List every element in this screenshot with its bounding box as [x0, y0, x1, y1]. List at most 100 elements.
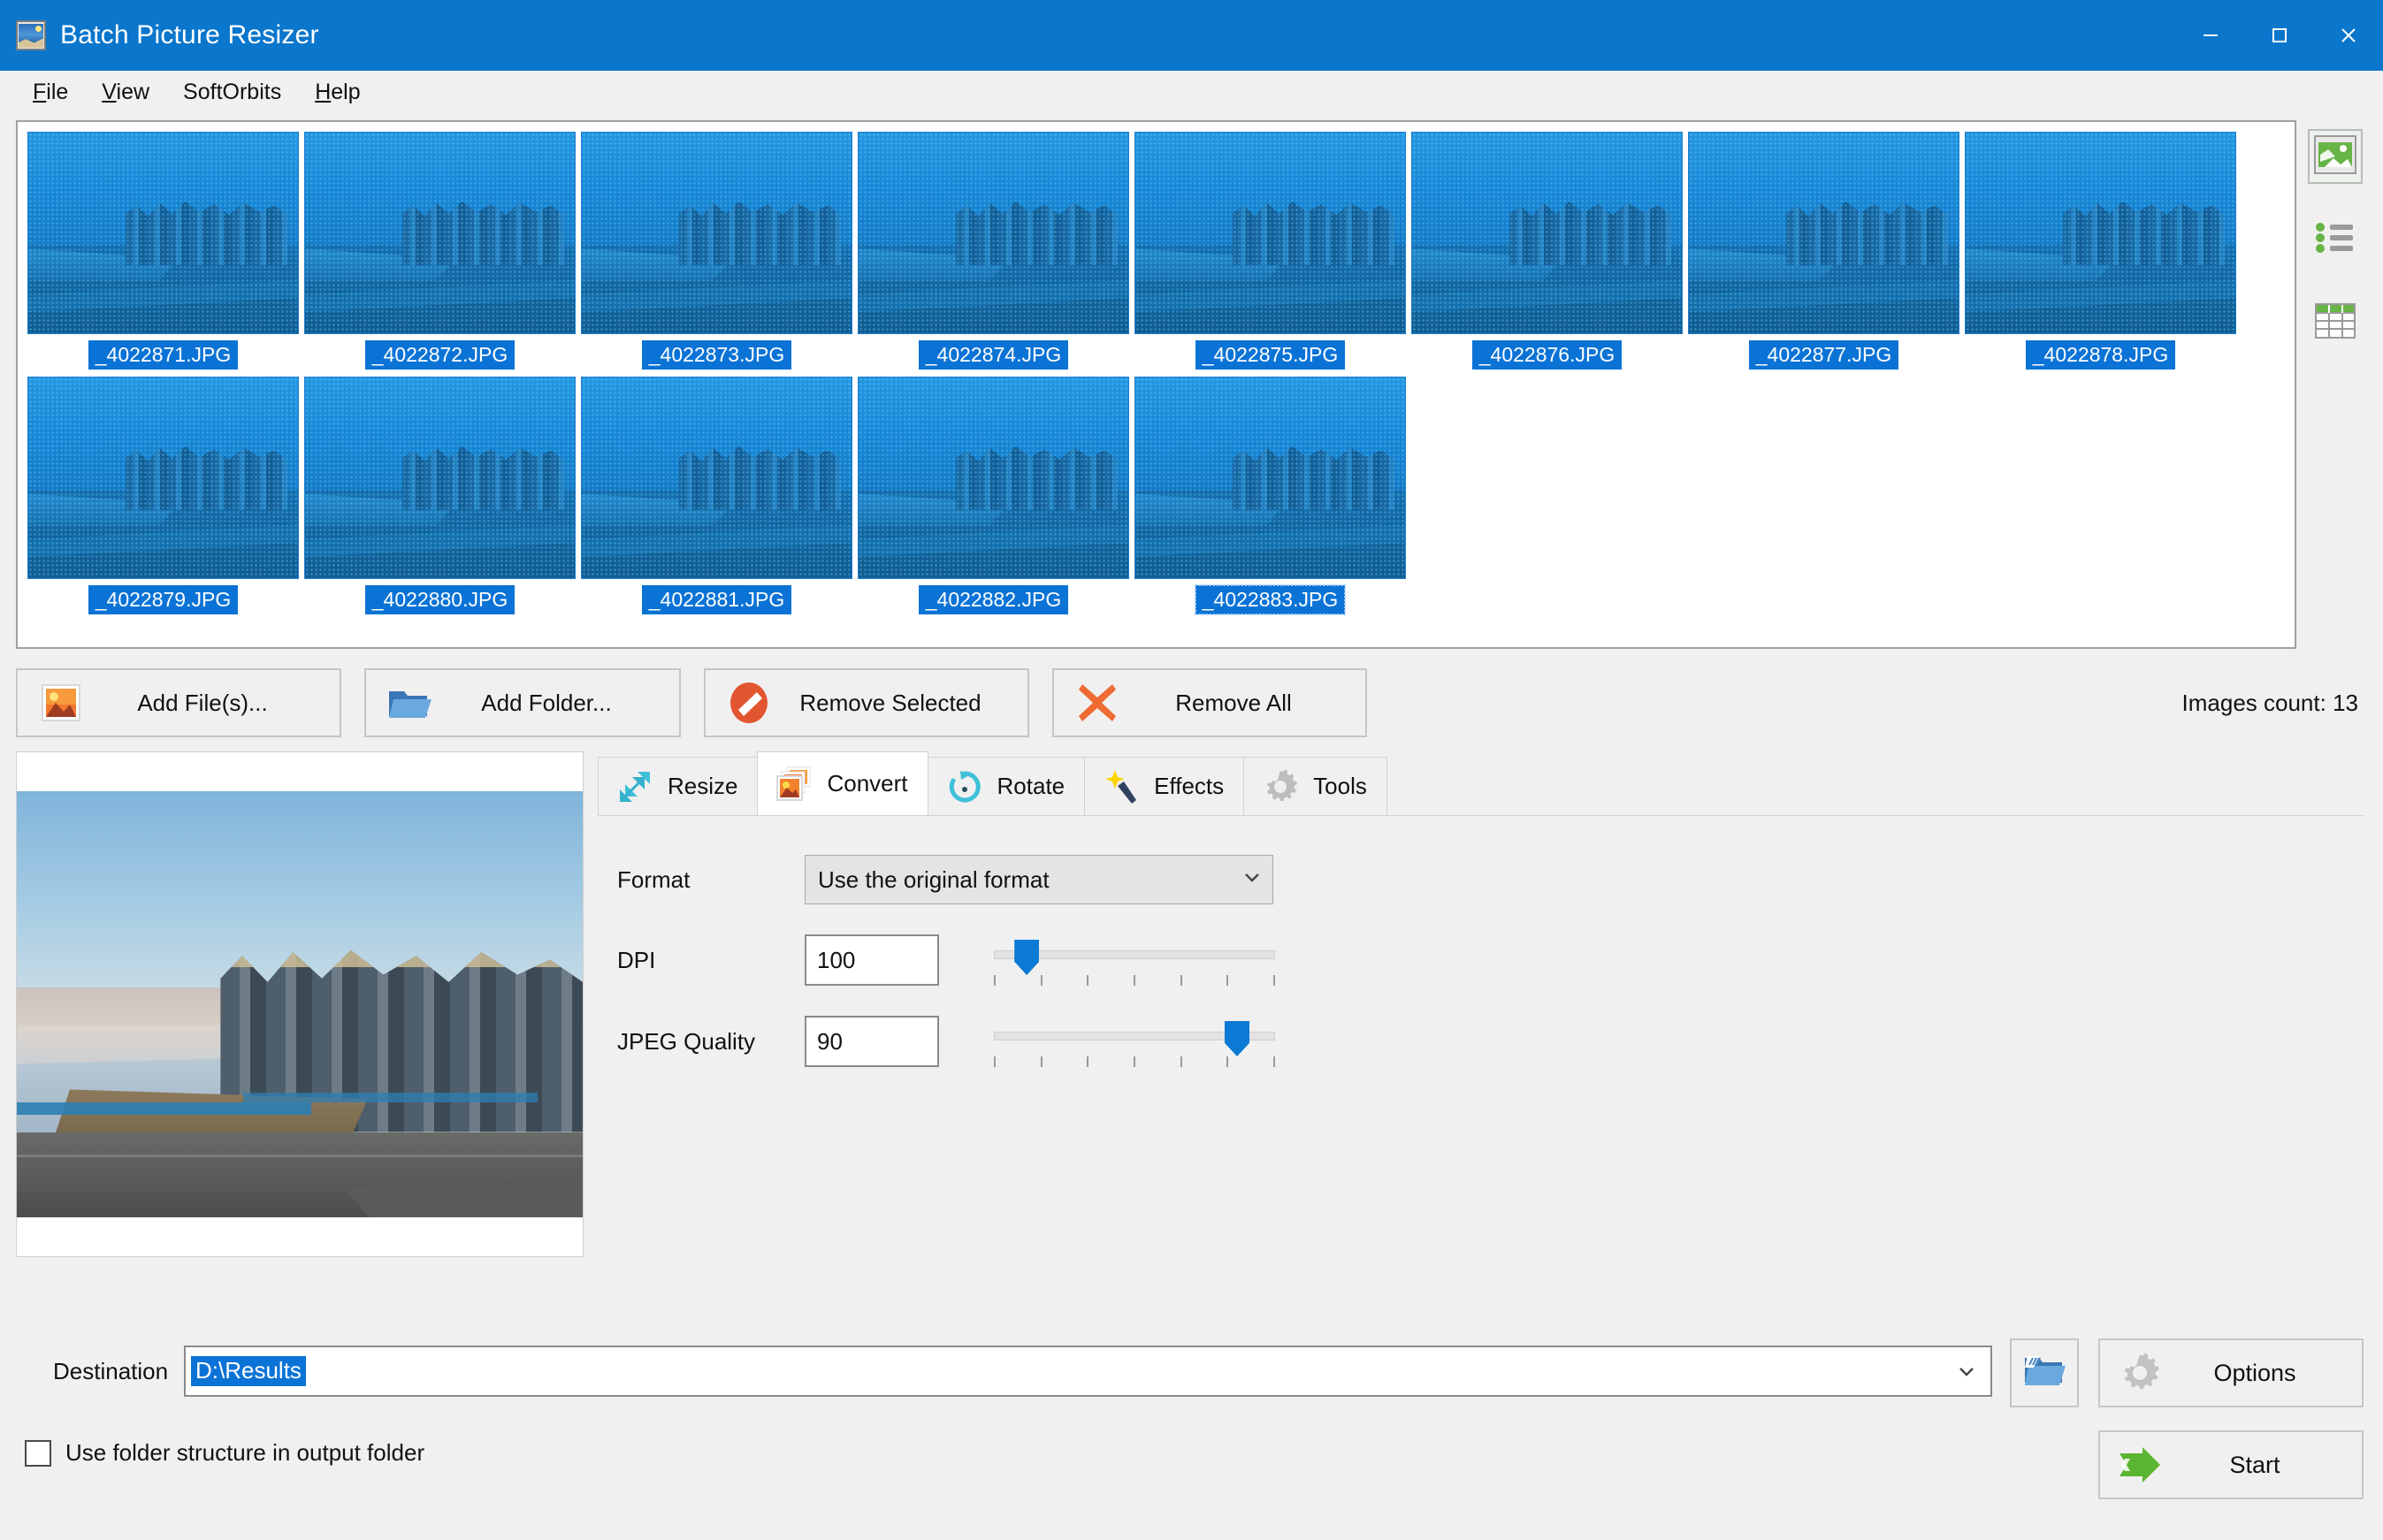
start-button[interactable]: Start — [2098, 1430, 2364, 1499]
thumbnail-item[interactable]: _4022872.JPG — [302, 132, 578, 377]
maximize-icon[interactable] — [2245, 0, 2314, 71]
jpeg-quality-input[interactable]: 90 — [805, 1016, 939, 1067]
convert-tab-panel: Format Use the original format DPI 100 J… — [598, 815, 2364, 1324]
thumbnail-image[interactable] — [1411, 132, 1683, 334]
add-files-label: Add File(s)... — [137, 689, 268, 716]
tab-effects[interactable]: Effects — [1084, 757, 1245, 815]
thumbnail-image[interactable] — [581, 377, 852, 579]
dpi-slider[interactable] — [994, 934, 1275, 986]
menu-item-help[interactable]: Help — [298, 76, 377, 109]
thumbnail-image[interactable] — [1688, 132, 1959, 334]
thumbnail-item[interactable]: _4022878.JPG — [1962, 132, 2239, 377]
jpeg-quality-slider[interactable] — [994, 1016, 1275, 1067]
thumbnail-item[interactable]: _4022880.JPG — [302, 377, 578, 622]
view-mode-thumbnail-button[interactable] — [2308, 129, 2363, 184]
thumbnail-filename: _4022877.JPG — [1748, 340, 1899, 370]
rotate-arrow-icon — [944, 766, 985, 807]
jpeg-quality-slider-ticks — [994, 1056, 1275, 1067]
thumbnail-image[interactable] — [304, 377, 576, 579]
tab-rotate[interactable]: Rotate — [927, 757, 1086, 815]
thumbnail-item[interactable]: _4022881.JPG — [578, 377, 855, 622]
destination-value: D:\Results — [191, 1356, 306, 1386]
tab-strip: Resize Convert Rotate Effects Tools — [598, 751, 2364, 815]
dpi-slider-thumb[interactable] — [1014, 940, 1040, 975]
menu-view-accel: V — [102, 79, 117, 104]
jpeg-quality-label: JPEG Quality — [617, 1027, 756, 1055]
chevron-down-icon — [1241, 865, 1264, 895]
green-arrow-icon — [2116, 1441, 2164, 1489]
image-thumbnail-icon — [2314, 134, 2356, 179]
thumbnail-image[interactable] — [1134, 377, 1406, 579]
dpi-input[interactable]: 100 — [805, 934, 939, 986]
thumbnail-item[interactable]: _4022877.JPG — [1685, 132, 1962, 377]
remove-selected-button[interactable]: Remove Selected — [704, 668, 1029, 737]
thumbnail-item[interactable]: _4022883.JPG — [1132, 377, 1409, 622]
format-row: Format Use the original format — [617, 855, 2364, 904]
menu-file-accel: F — [33, 79, 47, 104]
thumbnail-item[interactable]: _4022882.JPG — [855, 377, 1132, 622]
minimize-icon[interactable] — [2176, 0, 2245, 71]
thumbnail-filename: _4022883.JPG — [1194, 583, 1347, 616]
view-mode-rail — [2296, 120, 2374, 649]
gear-icon — [2116, 1349, 2164, 1397]
thumbnail-panel[interactable]: _4022871.JPG _4022872.JPG _4022873.JPG _402… — [16, 120, 2296, 649]
menu-item-softorbits[interactable]: SoftOrbits — [166, 76, 298, 109]
tab-resize[interactable]: Resize — [598, 757, 759, 815]
thumbnail-item[interactable]: _4022879.JPG — [25, 377, 302, 622]
bullet-list-icon — [2314, 220, 2356, 260]
window-title: Batch Picture Resizer — [60, 20, 319, 50]
use-folder-structure-checkbox[interactable] — [25, 1439, 51, 1467]
destination-input[interactable]: D:\Results — [184, 1346, 1992, 1397]
format-select[interactable]: Use the original format — [805, 855, 1273, 904]
chevron-down-icon[interactable] — [1955, 1360, 1983, 1383]
close-icon[interactable] — [2314, 0, 2383, 71]
options-button[interactable]: Options — [2098, 1338, 2364, 1407]
add-files-button[interactable]: Add File(s)... — [16, 668, 341, 737]
no-entry-icon — [725, 679, 773, 727]
thumbnail-item[interactable]: _4022876.JPG — [1409, 132, 1685, 377]
thumbnail-filename: _4022878.JPG — [2025, 340, 2176, 370]
menu-item-file[interactable]: File — [16, 76, 85, 109]
thumbnail-image[interactable] — [858, 132, 1129, 334]
format-label: Format — [617, 865, 691, 893]
thumbnail-filename: _4022882.JPG — [918, 585, 1069, 615]
thumbnail-image[interactable] — [27, 377, 299, 579]
menu-item-view[interactable]: View — [85, 76, 166, 109]
window-controls — [2176, 0, 2383, 71]
table-grid-icon — [2314, 301, 2356, 345]
tab-convert[interactable]: Convert — [757, 751, 928, 815]
add-image-icon — [37, 679, 85, 727]
remove-all-button[interactable]: Remove All — [1052, 668, 1367, 737]
view-mode-details-button[interactable] — [2308, 295, 2363, 350]
thumbnail-image[interactable] — [1965, 132, 2236, 334]
thumbnail-image[interactable] — [304, 132, 576, 334]
view-mode-list-button[interactable] — [2308, 212, 2363, 267]
thumbnail-image[interactable] — [581, 132, 852, 334]
thumbnail-image[interactable] — [27, 132, 299, 334]
thumbnail-image[interactable] — [1134, 132, 1406, 334]
thumbnail-filename: _4022879.JPG — [88, 585, 239, 615]
tab-tools[interactable]: Tools — [1243, 757, 1387, 815]
format-value: Use the original format — [818, 865, 1050, 893]
thumbnail-item[interactable]: _4022874.JPG — [855, 132, 1132, 377]
start-row: Start — [2098, 1430, 2364, 1499]
thumbnail-item[interactable]: _4022871.JPG — [25, 132, 302, 377]
bottom-section: Destination D:\Results Use folder struct… — [0, 1324, 2383, 1540]
browse-folder-button[interactable] — [2010, 1338, 2079, 1407]
tab-effects-label: Effects — [1154, 773, 1225, 799]
thumbnail-grid: _4022871.JPG _4022872.JPG _4022873.JPG _402… — [25, 132, 2295, 622]
thumbnail-image[interactable] — [858, 377, 1129, 579]
thumbnail-item[interactable]: _4022873.JPG — [578, 132, 855, 377]
tab-resize-label: Resize — [668, 773, 738, 799]
add-folder-button[interactable]: Add Folder... — [364, 668, 681, 737]
use-folder-structure-row[interactable]: Use folder structure in output folder — [16, 1439, 1992, 1467]
dpi-slider-ticks — [994, 975, 1275, 986]
jpeg-quality-slider-thumb[interactable] — [1225, 1021, 1249, 1056]
title-bar: Batch Picture Resizer — [0, 0, 2383, 71]
thumbnail-item[interactable]: _4022875.JPG — [1132, 132, 1409, 377]
app-window: Batch Picture Resizer File View SoftOrbi… — [0, 0, 2383, 1540]
thumbnail-filename: _4022881.JPG — [641, 585, 792, 615]
menu-help-accel: H — [315, 79, 332, 104]
gear-tools-icon — [1260, 766, 1301, 807]
image-preview — [17, 791, 583, 1217]
